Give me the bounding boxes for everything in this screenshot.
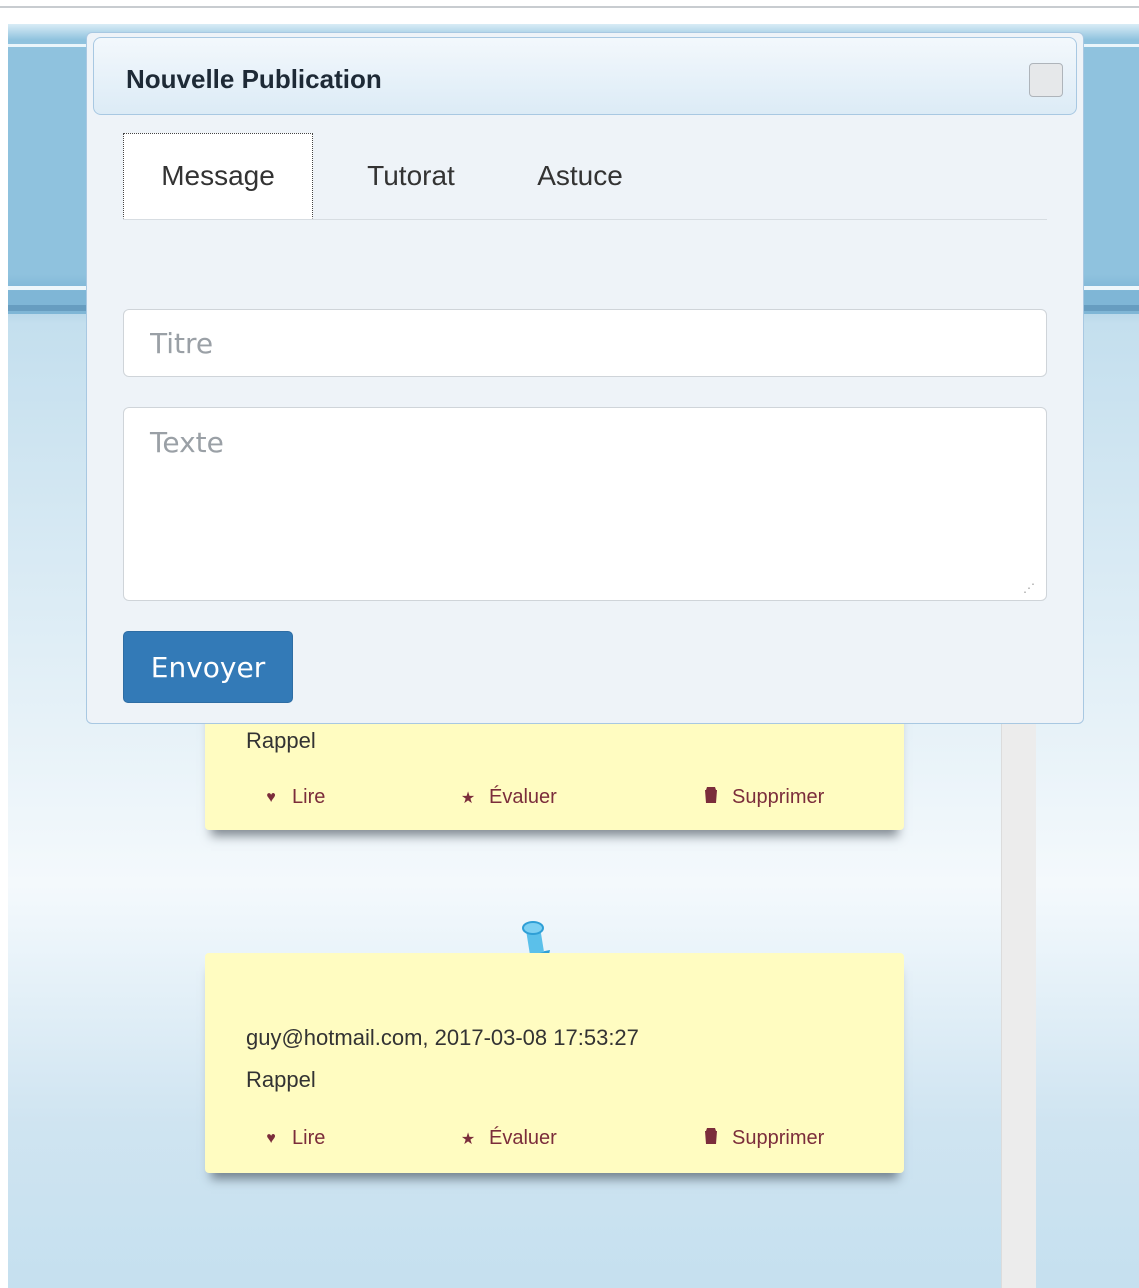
read-label: Lire — [292, 1127, 326, 1149]
tab-tutorat[interactable]: Tutorat — [353, 133, 469, 219]
text-input[interactable] — [123, 407, 1047, 601]
dialog-title: Nouvelle Publication — [126, 64, 382, 94]
tab-message[interactable]: Message — [123, 133, 313, 219]
delete-label: Supprimer — [732, 786, 825, 808]
read-link[interactable]: ♥ Lire — [262, 786, 325, 809]
read-link[interactable]: ♥ Lire — [262, 1127, 325, 1150]
note-title: Rappel — [246, 728, 316, 753]
note-card: guy@hotmail.com, 2017-03-08 17:53:27 Rap… — [205, 953, 904, 1173]
side-panel-edge — [1001, 700, 1036, 1288]
top-rule — [0, 0, 1139, 8]
rate-link[interactable]: ★ Évaluer — [459, 786, 557, 809]
rate-label: Évaluer — [489, 1127, 557, 1149]
delete-link[interactable]: Supprimer — [702, 1127, 824, 1150]
trash-icon — [702, 1127, 720, 1150]
tab-bar: Message Tutorat Astuce — [123, 133, 1047, 220]
dialog-header[interactable]: Nouvelle Publication — [93, 37, 1077, 115]
star-icon: ★ — [460, 1130, 476, 1148]
rate-link[interactable]: ★ Évaluer — [459, 1127, 557, 1150]
heart-icon: ♥ — [266, 788, 276, 806]
delete-label: Supprimer — [732, 1127, 825, 1149]
note-meta: guy@hotmail.com, 2017-03-08 17:53:27 — [246, 1025, 639, 1050]
note-actions: ♥ Lire ★ Évaluer Supprimer — [262, 1127, 862, 1157]
title-input[interactable] — [123, 309, 1047, 377]
new-publication-dialog: Nouvelle Publication Message Tutorat Ast… — [86, 32, 1084, 724]
read-label: Lire — [292, 786, 326, 808]
resize-grip-icon[interactable]: ⋰ — [1023, 581, 1035, 595]
star-icon: ★ — [460, 789, 476, 807]
close-button[interactable] — [1029, 63, 1063, 97]
tab-astuce[interactable]: Astuce — [527, 133, 633, 219]
note-title: Rappel — [246, 1067, 316, 1092]
send-button[interactable]: Envoyer — [123, 631, 293, 703]
heart-icon: ♥ — [266, 1129, 276, 1147]
trash-icon — [702, 786, 720, 809]
delete-link[interactable]: Supprimer — [702, 786, 824, 809]
rate-label: Évaluer — [489, 786, 557, 808]
note-actions: ♥ Lire ★ Évaluer Supprimer — [262, 786, 862, 816]
